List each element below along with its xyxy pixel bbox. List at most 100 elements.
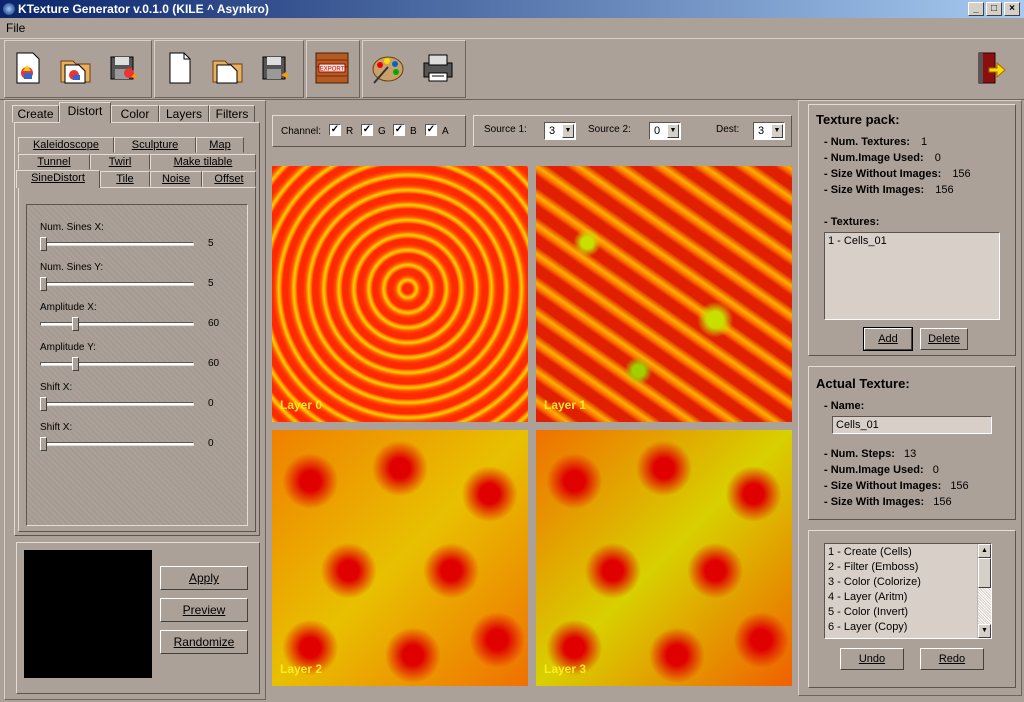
- textures-list[interactable]: 1 - Cells_01: [824, 232, 1000, 320]
- tab-distort[interactable]: Distort: [59, 102, 111, 123]
- history-item[interactable]: 1 - Create (Cells): [828, 545, 988, 560]
- scroll-up-icon[interactable]: ▲: [978, 544, 991, 558]
- pack-size-without: - Size Without Images: 156: [824, 168, 971, 180]
- new-texture-button[interactable]: [162, 48, 198, 88]
- delete-texture-button[interactable]: Delete: [920, 328, 968, 350]
- add-texture-button[interactable]: Add: [863, 327, 913, 351]
- param-slider-track[interactable]: [40, 402, 194, 406]
- exit-button[interactable]: [972, 48, 1008, 88]
- param-label: Amplitude X:: [40, 302, 97, 313]
- subtab-noise[interactable]: Noise: [150, 171, 202, 187]
- subtab-offset[interactable]: Offset: [202, 171, 256, 187]
- undo-button[interactable]: Undo: [840, 648, 904, 670]
- actual-num-steps-value: 13: [903, 448, 917, 460]
- param-label: Shift X:: [40, 382, 73, 393]
- channel-b-label: B: [410, 126, 417, 137]
- pack-num-textures-value: 1: [921, 136, 928, 148]
- palette-button[interactable]: [370, 48, 406, 88]
- param-slider-thumb[interactable]: [40, 397, 47, 411]
- subtab-kaleidoscope[interactable]: Kaleidoscope: [18, 137, 114, 153]
- actual-num-steps: - Num. Steps: 13: [824, 448, 916, 460]
- history-item[interactable]: 2 - Filter (Emboss): [828, 560, 988, 575]
- layer-2-view[interactable]: Layer 2: [272, 430, 528, 686]
- scroll-thumb[interactable]: [978, 558, 991, 588]
- export-icon: EXPORT: [315, 52, 349, 84]
- history-item[interactable]: 6 - Layer (Copy): [828, 620, 988, 635]
- printer-icon: [423, 54, 453, 82]
- save-pack-icon: [110, 56, 137, 80]
- history-item[interactable]: 4 - Layer (Aritm): [828, 590, 988, 605]
- pack-num-textures-label: - Num. Textures:: [824, 136, 910, 148]
- maximize-button[interactable]: □: [986, 2, 1002, 16]
- chevron-down-icon: ▼: [562, 124, 574, 138]
- channel-b-checkbox[interactable]: ✓: [393, 124, 405, 136]
- param-slider-track[interactable]: [40, 362, 194, 366]
- param-value: 60: [208, 318, 220, 329]
- chevron-down-icon: ▼: [771, 124, 783, 138]
- layer-0-view[interactable]: Layer 0: [272, 166, 528, 422]
- scroll-down-icon[interactable]: ▼: [978, 624, 991, 638]
- param-slider-track[interactable]: [40, 442, 194, 446]
- open-texture-button[interactable]: [210, 48, 246, 88]
- history-item[interactable]: 3 - Color (Colorize): [828, 575, 988, 590]
- param-slider-thumb[interactable]: [40, 277, 47, 291]
- tab-color[interactable]: Color: [111, 105, 159, 123]
- actual-num-images-label: - Num.Image Used:: [824, 464, 924, 476]
- pack-num-textures: - Num. Textures: 1: [824, 136, 927, 148]
- close-button[interactable]: ×: [1004, 2, 1020, 16]
- subtab-tile[interactable]: Tile: [100, 171, 150, 187]
- source2-select[interactable]: 0 ▼: [649, 122, 681, 140]
- layer-3-view[interactable]: Layer 3: [536, 430, 792, 686]
- randomize-button[interactable]: Randomize: [160, 630, 248, 654]
- actual-size-with: - Size With Images: 156: [824, 496, 952, 508]
- subtab-twirl[interactable]: Twirl: [90, 154, 150, 170]
- channel-r-checkbox[interactable]: ✓: [329, 124, 341, 136]
- redo-button[interactable]: Redo: [920, 648, 984, 670]
- param-slider-thumb[interactable]: [72, 357, 79, 371]
- source1-select[interactable]: 3 ▼: [544, 122, 576, 140]
- tab-layers[interactable]: Layers: [159, 105, 209, 123]
- dest-select[interactable]: 3 ▼: [753, 122, 785, 140]
- texture-name-input[interactable]: Cells_01: [832, 416, 992, 434]
- subtab-tunnel[interactable]: Tunnel: [18, 154, 90, 170]
- tab-filters[interactable]: Filters: [209, 105, 255, 123]
- param-label: Num. Sines Y:: [40, 262, 104, 273]
- pack-size-without-label: - Size Without Images:: [824, 168, 942, 180]
- app-icon: [3, 3, 15, 15]
- actual-size-without-label: - Size Without Images:: [824, 480, 942, 492]
- save-pack-button[interactable]: [106, 48, 142, 88]
- channel-a-checkbox[interactable]: ✓: [425, 124, 437, 136]
- subtab-make-tilable[interactable]: Make tilable: [150, 154, 256, 170]
- layer-1-view[interactable]: Layer 1: [536, 166, 792, 422]
- open-pack-icon: [60, 60, 91, 84]
- pack-num-images-value: 0: [934, 152, 941, 164]
- subtab-map[interactable]: Map: [196, 137, 244, 153]
- param-slider-track[interactable]: [40, 242, 194, 246]
- texture-list-item[interactable]: 1 - Cells_01: [828, 235, 996, 247]
- pack-size-with: - Size With Images: 156: [824, 184, 954, 196]
- param-slider-thumb[interactable]: [72, 317, 79, 331]
- export-stamp: EXPORT: [320, 67, 345, 73]
- history-item[interactable]: 5 - Color (Invert): [828, 605, 988, 620]
- channel-g-checkbox[interactable]: ✓: [361, 124, 373, 136]
- history-list[interactable]: 1 - Create (Cells) 2 - Filter (Emboss) 3 -…: [824, 543, 992, 639]
- minimize-button[interactable]: _: [968, 2, 984, 16]
- open-pack-button[interactable]: [58, 48, 94, 88]
- apply-button[interactable]: Apply: [160, 566, 248, 590]
- preview-button[interactable]: Preview: [160, 598, 248, 622]
- param-slider-thumb[interactable]: [40, 237, 47, 251]
- new-pack-button[interactable]: [10, 48, 46, 88]
- print-button[interactable]: [420, 48, 456, 88]
- menu-file[interactable]: File: [6, 21, 25, 35]
- param-slider-thumb[interactable]: [40, 437, 47, 451]
- param-slider-track[interactable]: [40, 322, 194, 326]
- param-slider-track[interactable]: [40, 282, 194, 286]
- save-texture-button[interactable]: [258, 48, 294, 88]
- param-label: Amplitude Y:: [40, 342, 96, 353]
- subtab-sculpture[interactable]: Sculpture: [114, 137, 196, 153]
- history-scrollbar[interactable]: ▲ ▼: [977, 544, 991, 638]
- actual-num-images-value: 0: [932, 464, 939, 476]
- export-button[interactable]: EXPORT: [314, 48, 350, 88]
- subtab-sinedistort[interactable]: SineDistort: [16, 170, 100, 188]
- tab-create[interactable]: Create: [12, 105, 59, 123]
